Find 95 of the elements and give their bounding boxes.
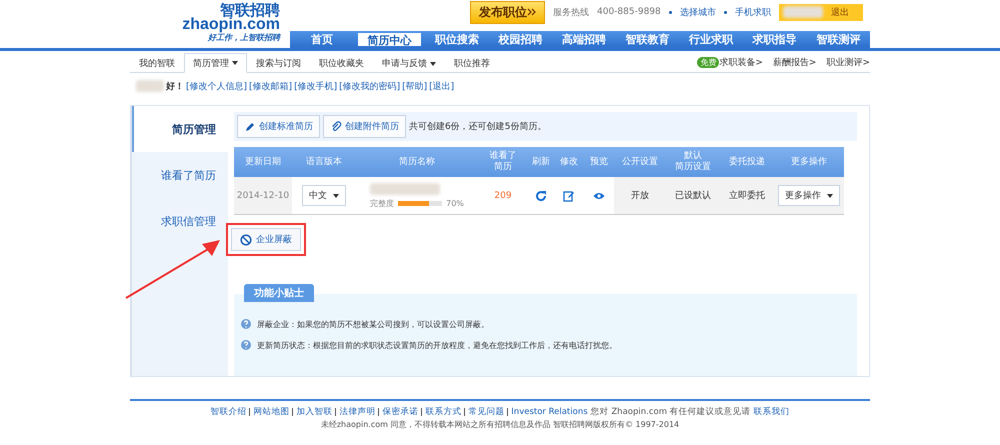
subnav-link[interactable]: 免费 求职装备> xyxy=(697,56,763,68)
logo-domain: zhaopin.com xyxy=(182,18,280,32)
account-link[interactable]: [帮助] xyxy=(402,80,428,92)
column-header: 修改 xyxy=(560,156,578,168)
nav-tab[interactable]: 智联测评 xyxy=(806,31,870,46)
subnav-link[interactable]: 薪酬报告> xyxy=(772,56,816,68)
logo-name: 智联招聘 xyxy=(220,2,280,18)
view-count: 209 xyxy=(494,190,512,200)
update-date: 2014-12-10 xyxy=(236,190,290,200)
pencil-icon xyxy=(244,120,256,132)
account-link[interactable]: [退出] xyxy=(429,80,454,92)
nav-tab[interactable]: 智联教育 xyxy=(616,31,680,46)
footer-link[interactable]: 保密承诺 xyxy=(382,406,418,418)
footer-link[interactable]: 加入智联 xyxy=(296,406,332,418)
column-header: 委托投递 xyxy=(729,156,765,168)
footer-link[interactable]: 常见问题 xyxy=(468,406,504,418)
caret-icon xyxy=(430,62,436,66)
subnav-tab[interactable]: 职位推荐 xyxy=(445,53,499,73)
column-header: 更新日期 xyxy=(245,156,281,168)
nav-tab[interactable]: 首页 xyxy=(290,31,354,46)
subnav-link[interactable]: 职业测评> xyxy=(826,56,870,68)
subnav-tab[interactable]: 搜索与订阅 xyxy=(247,53,310,73)
completeness-percent: 70% xyxy=(446,198,464,208)
header-link[interactable]: 手机求职 xyxy=(734,6,771,18)
blurred-username xyxy=(136,80,164,92)
block-company-button[interactable]: 企业屏蔽 xyxy=(231,228,301,251)
footer-link[interactable]: Investor Relations xyxy=(511,407,588,417)
double-chevron-icon xyxy=(527,8,536,16)
copyright-text: 未经zhaopin.com 同意，不得转载本网站之所有招聘信息及作品 智联招聘网版权所有© 1997-2014 xyxy=(320,419,680,430)
logo[interactable]: 智联招聘 zhaopin.com 好工作，上智联招聘 xyxy=(130,0,290,48)
column-header: 更多操作 xyxy=(791,156,827,168)
account-link[interactable]: [修改手机] xyxy=(294,80,338,92)
create-resume-button[interactable]: 创建标准简历 xyxy=(237,115,320,138)
contact-link[interactable]: 联系我们 xyxy=(754,406,790,418)
publish-job-button[interactable]: 发布职位 xyxy=(470,0,545,24)
column-header: 简历 xyxy=(494,162,512,173)
sidebar-item[interactable]: 谁看了简历 xyxy=(132,152,228,198)
column-header: 简历设置 xyxy=(675,162,711,173)
tips-title: 功能小贴士 xyxy=(244,284,314,302)
bullet-icon xyxy=(724,10,727,14)
caret-icon xyxy=(827,194,833,198)
tip-text: 更新简历状态：根据您目前的求职状态设置简历的开放程度，避免在您找到工作后，还有电话打扰您。 xyxy=(257,340,617,350)
blurred-username xyxy=(782,6,823,18)
column-header: 谁看了 xyxy=(490,151,516,162)
account-link[interactable]: [修改我的密码] xyxy=(339,80,400,92)
paperclip-icon xyxy=(330,120,342,132)
nav-tab[interactable]: 求职指导 xyxy=(742,31,806,46)
language-select[interactable]: 中文 xyxy=(302,185,346,206)
subnav-tab[interactable]: 申请与反馈 xyxy=(373,53,445,73)
greeting-text: 好！ xyxy=(166,80,184,92)
column-header: 刷新 xyxy=(532,156,550,168)
subnav-tab[interactable]: 简历管理 xyxy=(184,53,247,73)
question-icon xyxy=(240,339,252,351)
account-link[interactable]: [修改个人信息] xyxy=(186,80,248,92)
nav-tab[interactable]: 职位搜索 xyxy=(425,31,489,46)
prohibited-icon xyxy=(240,234,252,246)
nav-tab[interactable]: 行业求职 xyxy=(679,31,743,46)
footer-text: 您对 Zhaopin.com 有任何建议或意见请 xyxy=(590,406,751,418)
column-header: 预览 xyxy=(590,156,608,168)
resume-count-note: 共可创建6份，还可创建5份简历。 xyxy=(409,120,546,133)
caret-icon xyxy=(333,194,339,198)
sidebar-item[interactable]: 简历管理 xyxy=(132,106,228,152)
account-link[interactable]: [修改邮箱] xyxy=(249,80,292,92)
footer-link[interactable]: 法律声明 xyxy=(339,406,376,418)
column-header: 公开设置 xyxy=(622,156,658,168)
edit-icon[interactable] xyxy=(563,190,575,202)
create-resume-button[interactable]: 创建附件简历 xyxy=(323,115,406,138)
caret-icon xyxy=(232,61,238,65)
logout-link[interactable]: 退出 xyxy=(830,6,849,18)
footer-link[interactable]: 联系方式 xyxy=(425,406,462,418)
refresh-icon[interactable] xyxy=(535,190,547,202)
column-header: 默认 xyxy=(684,151,702,162)
slogan: 好工作，上智联招聘 xyxy=(208,32,280,43)
nav-tab[interactable]: 高端招聘 xyxy=(552,31,616,46)
free-badge: 免费 xyxy=(697,56,720,68)
sidebar-item[interactable]: 求职信管理 xyxy=(132,198,228,244)
column-header: 语言版本 xyxy=(306,156,342,168)
header-link[interactable]: 选择城市 xyxy=(680,6,716,18)
public-setting: 开放 xyxy=(614,177,666,215)
more-actions-button[interactable]: 更多操作 xyxy=(778,185,840,206)
subnav-tab[interactable]: 我的智联 xyxy=(130,53,184,73)
subnav-tab[interactable]: 职位收藏夹 xyxy=(310,53,373,73)
footer-link[interactable]: 网站地图 xyxy=(253,406,290,418)
hotline-label: 服务热线 xyxy=(553,6,589,18)
tip-text: 屏蔽企业：如果您的简历不想被某公司搜到，可以设置公司屏蔽。 xyxy=(257,318,489,330)
completeness-label: 完整度 xyxy=(370,198,394,208)
nav-tab[interactable]: 校园招聘 xyxy=(488,31,552,46)
default-setting: 已设默认 xyxy=(666,177,720,215)
blurred-resume-name xyxy=(370,182,440,194)
column-header: 简历名称 xyxy=(399,156,435,168)
nav-tab[interactable]: 简历中心 xyxy=(358,33,422,46)
hotline-number: 400-885-9898 xyxy=(597,7,661,17)
footer-link[interactable]: 智联介绍 xyxy=(210,406,246,418)
bullet-icon xyxy=(668,10,672,14)
question-icon xyxy=(240,318,252,330)
